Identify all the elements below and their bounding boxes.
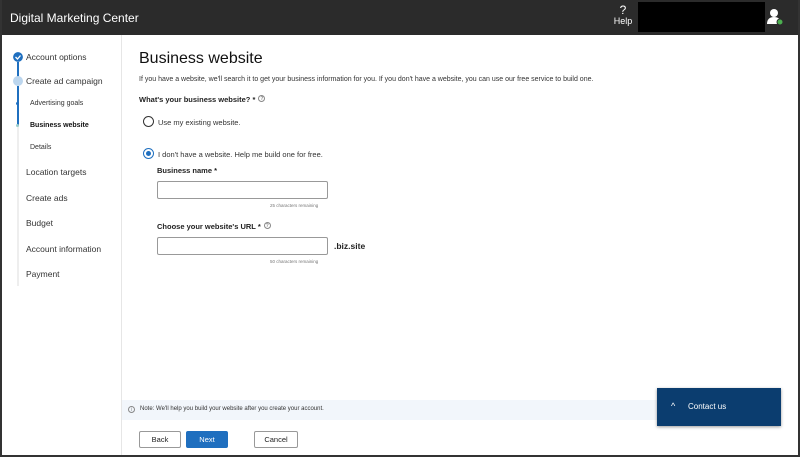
window-frame — [0, 0, 800, 457]
